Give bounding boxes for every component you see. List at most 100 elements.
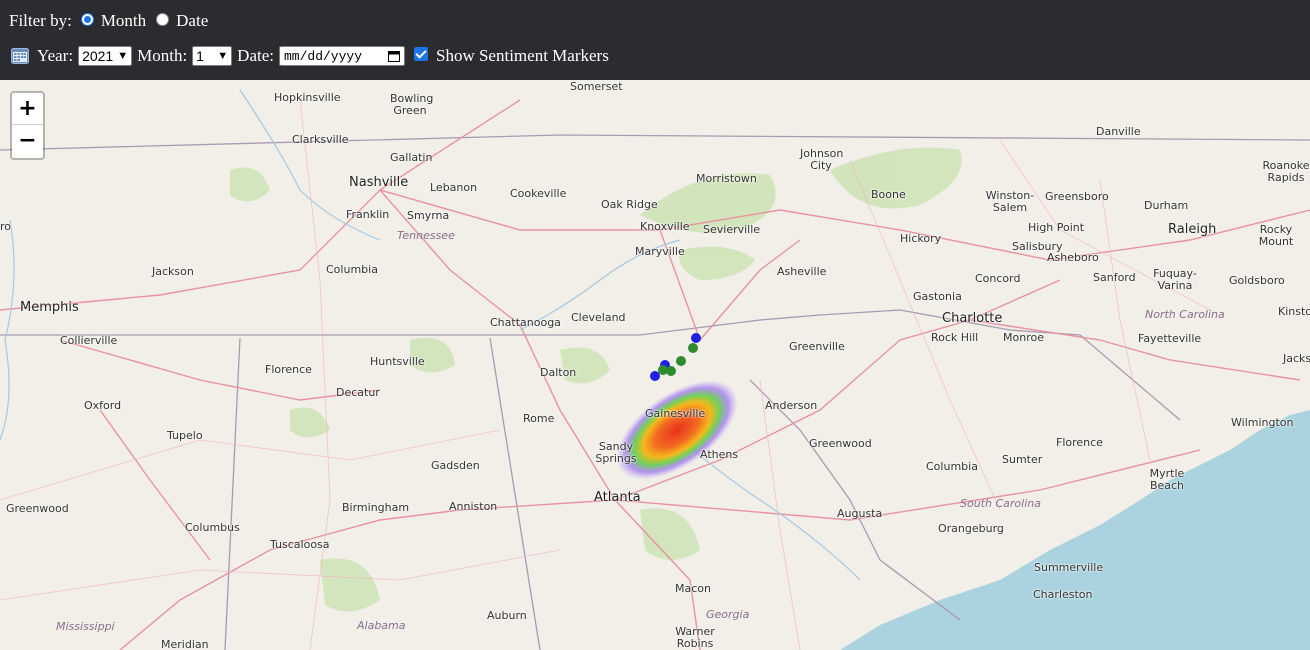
city-label: Dalton bbox=[540, 366, 577, 379]
year-select[interactable]: 2021 ▼ bbox=[78, 46, 133, 66]
city-label: Greenwood bbox=[809, 437, 872, 450]
sentiment-label[interactable]: Show Sentiment Markers bbox=[436, 46, 609, 66]
city-label: Greenwood bbox=[6, 502, 69, 515]
month-radio[interactable] bbox=[80, 12, 94, 26]
city-label: Orangeburg bbox=[938, 522, 1004, 535]
month-radio-label[interactable]: Month bbox=[101, 11, 146, 31]
city-label: Memphis bbox=[20, 300, 79, 315]
city-label: Boone bbox=[871, 188, 906, 201]
city-label: Gastonia bbox=[913, 290, 962, 303]
city-label: Greenville bbox=[789, 340, 845, 353]
city-label: Huntsville bbox=[370, 355, 425, 368]
year-select-value: 2021 bbox=[82, 48, 114, 64]
city-label: Birmingham bbox=[342, 501, 410, 514]
city-label: ro bbox=[0, 220, 12, 233]
city-label: Winston-Salem bbox=[985, 189, 1035, 214]
city-label: Oxford bbox=[84, 399, 122, 412]
park-areas bbox=[230, 147, 962, 612]
city-label: Concord bbox=[975, 272, 1021, 285]
city-label: Florence bbox=[265, 363, 312, 376]
city-label: Fayetteville bbox=[1138, 332, 1202, 345]
city-label: Summerville bbox=[1034, 561, 1104, 574]
city-label: Hopkinsville bbox=[274, 91, 341, 104]
city-label: Auburn bbox=[487, 609, 527, 622]
city-label: Gallatin bbox=[390, 151, 433, 164]
city-label: Myrtle Beach bbox=[1149, 467, 1185, 492]
date-radio-label[interactable]: Date bbox=[176, 11, 208, 31]
city-label: Collierville bbox=[60, 334, 118, 347]
city-label: Goldsboro bbox=[1229, 274, 1285, 287]
zoom-out-button[interactable]: − bbox=[12, 125, 43, 157]
city-label: Cookeville bbox=[510, 187, 567, 200]
city-label: Johnson City bbox=[800, 147, 844, 172]
city-label: Sandy Springs bbox=[595, 440, 637, 465]
zoom-control: + − bbox=[10, 91, 45, 160]
city-label: Columbus bbox=[185, 521, 240, 534]
date-picker-icon[interactable] bbox=[388, 50, 400, 62]
city-label: Jackson bbox=[152, 265, 194, 278]
state-label: North Carolina bbox=[1145, 308, 1225, 321]
city-label: Somerset bbox=[570, 80, 623, 93]
state-label: Tennessee bbox=[397, 229, 455, 242]
calendar-icon bbox=[11, 47, 29, 64]
date-radio[interactable] bbox=[156, 12, 170, 26]
city-label: Maryville bbox=[635, 245, 685, 258]
map-view[interactable]: Somerset Hopkinsville Bowling Green Clar… bbox=[0, 80, 1310, 650]
zoom-in-button[interactable]: + bbox=[12, 93, 43, 125]
city-label: High Point bbox=[1028, 221, 1085, 234]
state-label: Mississippi bbox=[56, 620, 115, 633]
city-label: Decatur bbox=[336, 386, 380, 399]
city-label: Rock Hill bbox=[931, 331, 979, 344]
city-label: Warner Robins bbox=[675, 625, 715, 650]
city-label: Columbia bbox=[926, 460, 978, 473]
date-input[interactable]: mm/dd/yyyy bbox=[279, 46, 405, 66]
year-label: Year: bbox=[37, 46, 74, 65]
city-label: Chattanooga bbox=[490, 316, 561, 329]
filter-row: Filter by: Month Date bbox=[9, 10, 208, 32]
state-label: Georgia bbox=[706, 608, 750, 621]
city-label: Meridian bbox=[161, 638, 209, 650]
map-tiles bbox=[0, 89, 1310, 650]
chevron-down-icon: ▼ bbox=[217, 50, 229, 62]
city-label: Tupelo bbox=[167, 429, 203, 442]
city-label: Gainesville bbox=[645, 407, 706, 420]
city-label: Sanford bbox=[1093, 271, 1136, 284]
date-label: Date: bbox=[237, 46, 274, 65]
month-label: Month: bbox=[137, 46, 188, 65]
city-label: Sumter bbox=[1002, 453, 1043, 466]
city-label: Knoxville bbox=[640, 220, 690, 233]
date-input-placeholder: mm/dd/yyyy bbox=[284, 48, 363, 64]
city-label: Smyrna bbox=[407, 209, 450, 222]
month-select-value: 1 bbox=[196, 48, 204, 64]
sentiment-checkbox[interactable] bbox=[414, 47, 428, 61]
city-label: Oak Ridge bbox=[601, 198, 658, 211]
filter-label: Filter by: bbox=[9, 11, 72, 30]
state-label: Alabama bbox=[357, 619, 406, 632]
city-label: Anderson bbox=[765, 399, 818, 412]
city-label: Fuquay-Varina bbox=[1153, 267, 1197, 292]
city-label: Anniston bbox=[449, 500, 498, 513]
city-label: Nashville bbox=[349, 175, 409, 190]
city-label: Asheboro bbox=[1047, 251, 1099, 264]
month-select[interactable]: 1 ▼ bbox=[192, 46, 233, 66]
city-label: Columbia bbox=[326, 263, 378, 276]
city-label: Kinston bbox=[1278, 305, 1310, 318]
city-label: Roanoke Rapids bbox=[1262, 159, 1310, 184]
city-label: Danville bbox=[1096, 125, 1141, 138]
city-label: Cleveland bbox=[571, 311, 626, 324]
city-label: Tuscaloosa bbox=[270, 538, 330, 551]
city-label: Durham bbox=[1144, 199, 1189, 212]
city-label: Hickory bbox=[900, 232, 942, 245]
city-label: Lebanon bbox=[430, 181, 478, 194]
controls-row: Year: 2021 ▼ Month: 1 ▼ Date: mm/dd/yyyy… bbox=[11, 45, 609, 67]
city-label: Wilmington bbox=[1231, 416, 1294, 429]
city-label: Clarksville bbox=[292, 133, 349, 146]
city-label: Florence bbox=[1056, 436, 1103, 449]
chevron-down-icon: ▼ bbox=[117, 50, 129, 62]
city-label: Asheville bbox=[777, 265, 827, 278]
city-label: Rome bbox=[523, 412, 555, 425]
city-label: Jacks bbox=[1283, 352, 1310, 365]
city-label: Athens bbox=[700, 448, 739, 461]
city-label: Monroe bbox=[1003, 331, 1044, 344]
city-label: Charleston bbox=[1033, 588, 1093, 601]
